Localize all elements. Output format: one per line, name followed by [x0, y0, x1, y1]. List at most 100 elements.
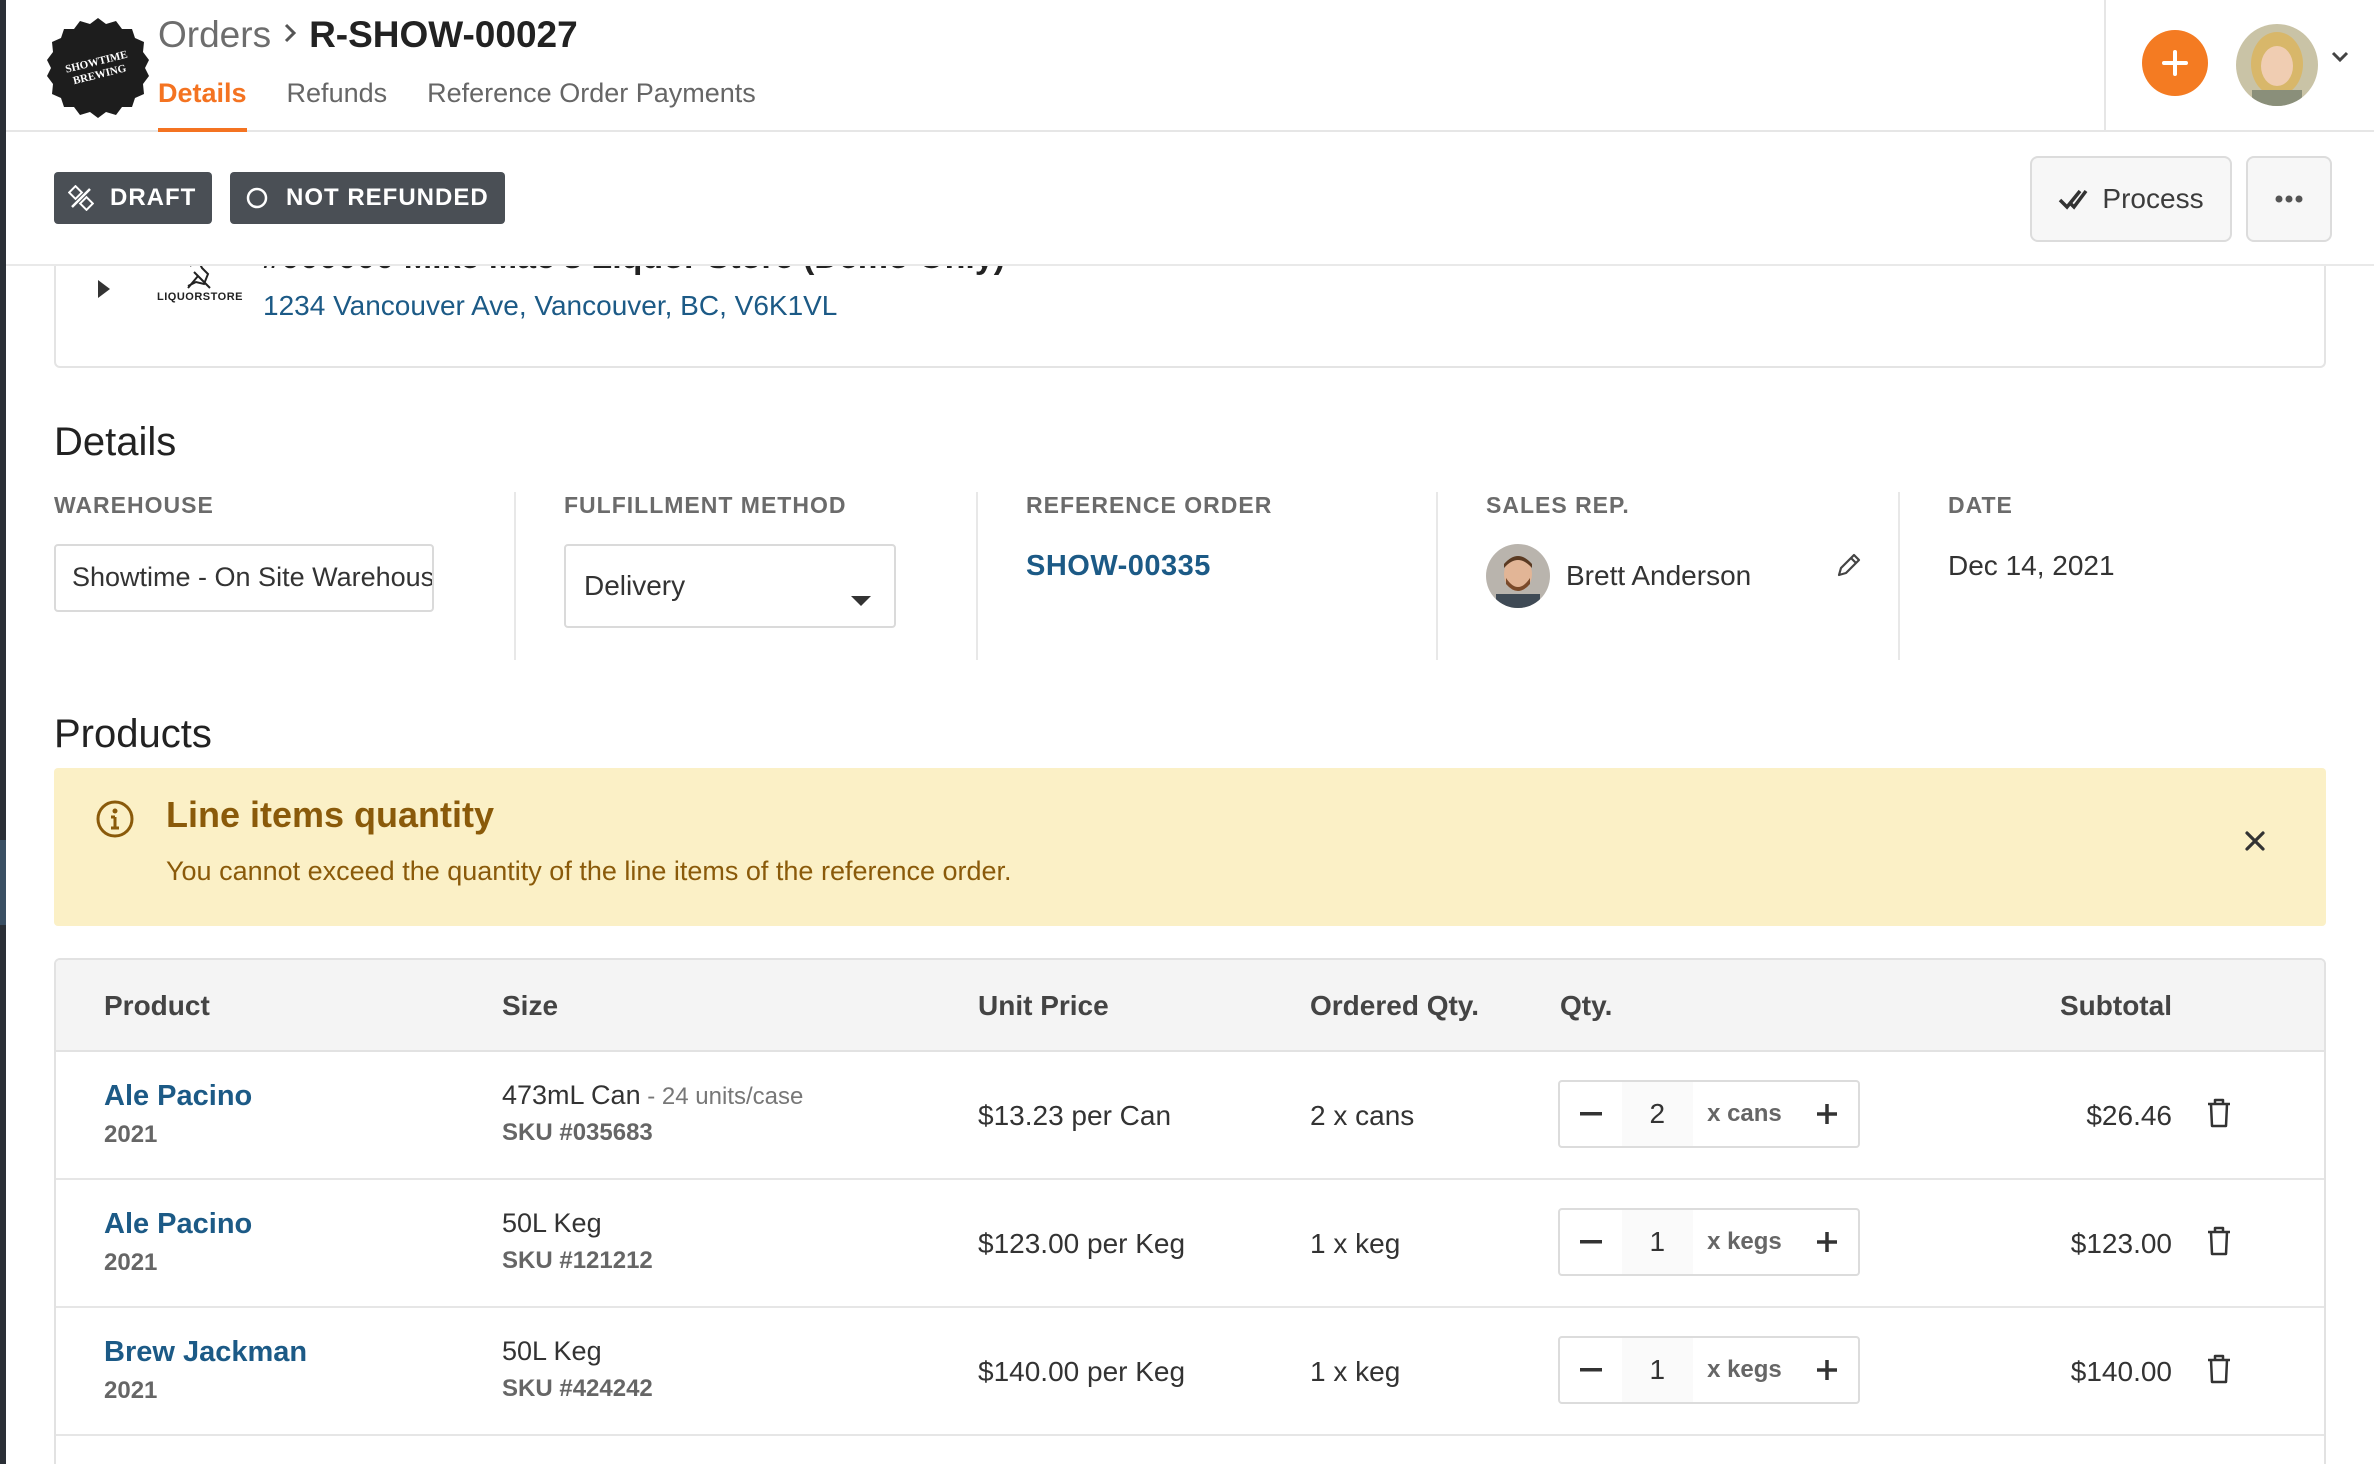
warehouse-field: WAREHOUSE Showtime - On Site Warehouse: [54, 492, 474, 660]
process-button[interactable]: Process: [2030, 156, 2232, 242]
tab-refunds[interactable]: Refunds: [287, 74, 388, 132]
page-title: R-SHOW-00027: [309, 14, 578, 55]
chevron-right-icon: [283, 18, 297, 52]
product-sku: SKU #035683: [502, 1119, 653, 1146]
product-sku: SKU #121212: [502, 1247, 653, 1274]
quantity-input[interactable]: 1: [1621, 1338, 1694, 1402]
product-year: 2021: [104, 1249, 158, 1276]
more-icon: [2275, 195, 2303, 203]
subtotal: $140.00: [2070, 1356, 2172, 1387]
status-toolbar: DRAFT NOT REFUNDED Process: [6, 132, 2374, 266]
table-row: Ale Pacino 2021 473mL Can - 24 units/cas…: [56, 1052, 2324, 1180]
trash-icon[interactable]: [2206, 1354, 2232, 1389]
table-row: Ale Pacino 2021 50L Keg SKU #121212 $123…: [56, 1180, 2324, 1308]
breadcrumb: Orders R-SHOW-00027: [158, 12, 578, 58]
column-header-size: Size: [502, 990, 559, 1021]
plus-icon[interactable]: [1796, 1210, 1858, 1274]
tab-bar: Details Refunds Reference Order Payments: [158, 74, 796, 132]
column-header-unit-price: Unit Price: [978, 990, 1109, 1021]
status-badge-label: DRAFT: [110, 184, 197, 211]
reference-order-label: REFERENCE ORDER: [1026, 492, 1273, 518]
warehouse-input[interactable]: Showtime - On Site Warehouse: [54, 544, 434, 612]
quantity-unit: x kegs: [1707, 1228, 1782, 1255]
draft-icon: [68, 185, 94, 211]
fulfillment-select[interactable]: Delivery: [564, 544, 896, 628]
caret-right-icon[interactable]: [96, 278, 112, 305]
ordered-qty: 1 x keg: [1310, 1228, 1401, 1259]
brand-logo[interactable]: SHOWTIME BREWING: [46, 16, 150, 120]
trash-icon[interactable]: [2206, 1098, 2232, 1133]
minus-icon[interactable]: [1560, 1338, 1622, 1402]
close-icon[interactable]: [2244, 830, 2266, 857]
breadcrumb-orders-link[interactable]: Orders: [158, 14, 271, 56]
ordered-qty: 2 x cans: [1310, 1100, 1415, 1131]
sales-rep-label: SALES REP.: [1486, 492, 1630, 518]
quantity-stepper: 1 x kegs: [1558, 1336, 1860, 1404]
chevron-down-icon[interactable]: [2330, 50, 2350, 69]
fulfillment-value: Delivery: [584, 570, 686, 601]
sales-rep-avatar: [1486, 544, 1550, 608]
caret-down-icon: [850, 582, 872, 614]
column-divider: [514, 492, 516, 660]
plus-icon[interactable]: [1796, 1338, 1858, 1402]
process-button-label: Process: [2102, 183, 2204, 214]
tab-reference-order-payments[interactable]: Reference Order Payments: [427, 74, 756, 132]
plus-icon[interactable]: [1796, 1082, 1858, 1146]
products-table: Product Size Unit Price Ordered Qty. Qty…: [54, 958, 2326, 1464]
minus-icon[interactable]: [1560, 1082, 1622, 1146]
details-heading: Details: [54, 420, 177, 464]
customer-address[interactable]: 1234 Vancouver Ave, Vancouver, BC, V6K1V…: [263, 290, 837, 322]
date-label: DATE: [1948, 492, 2013, 518]
product-year: 2021: [104, 1377, 158, 1404]
circle-icon: [246, 187, 268, 209]
minus-icon[interactable]: [1560, 1210, 1622, 1274]
status-badge-draft: DRAFT: [54, 172, 213, 224]
more-actions-button[interactable]: [2246, 156, 2332, 242]
column-header-subtotal: Subtotal: [2060, 990, 2172, 1021]
reference-order-link[interactable]: SHOW-00335: [1026, 550, 1211, 583]
unit-price: $123.00 per Keg: [978, 1228, 1186, 1259]
info-icon: [94, 798, 136, 845]
ordered-qty: 1 x keg: [1310, 1356, 1401, 1387]
column-divider: [1436, 492, 1438, 660]
table-row: Brew Jackman 2021 50L Keg SKU #424242 $1…: [56, 1308, 2324, 1436]
page-header: SHOWTIME BREWING Orders R-SHOW-00027 Det…: [6, 0, 2374, 132]
column-header-ordered-qty: Ordered Qty.: [1310, 990, 1480, 1021]
reference-order-field: REFERENCE ORDER SHOW-00335: [1026, 492, 1426, 660]
plus-icon: [2162, 50, 2188, 76]
unit-price: $140.00 per Keg: [978, 1356, 1186, 1387]
warehouse-label: WAREHOUSE: [54, 492, 214, 518]
quantity-input[interactable]: 1: [1621, 1210, 1694, 1274]
date-field: DATE Dec 14, 2021: [1948, 492, 2308, 660]
trash-icon[interactable]: [2206, 1226, 2232, 1261]
double-check-icon: [2059, 189, 2088, 210]
sales-rep-name: Brett Anderson: [1566, 560, 1752, 591]
pencil-icon[interactable]: [1834, 550, 1864, 585]
header-divider: [2104, 0, 2106, 130]
subtotal: $26.46: [2086, 1100, 2172, 1131]
fulfillment-label: FULFILLMENT METHOD: [564, 492, 847, 518]
quantity-unit: x kegs: [1707, 1356, 1782, 1383]
add-button[interactable]: [2142, 30, 2208, 96]
product-name-link[interactable]: Ale Pacino: [104, 1080, 252, 1113]
tab-details[interactable]: Details: [158, 74, 247, 132]
product-size: 50L Keg: [502, 1336, 602, 1366]
product-name-link[interactable]: Ale Pacino: [104, 1208, 252, 1241]
sales-rep-field: SALES REP. Brett Anderson: [1486, 492, 1906, 660]
alert-message: You cannot exceed the quantity of the li…: [166, 856, 1012, 886]
quantity-stepper: 1 x kegs: [1558, 1208, 1860, 1276]
quantity-stepper: 2 x cans: [1558, 1080, 1860, 1148]
status-badge-label: NOT REFUNDED: [286, 184, 489, 211]
alert-title: Line items quantity: [166, 794, 495, 835]
user-avatar[interactable]: [2236, 24, 2318, 106]
column-divider: [976, 492, 978, 660]
product-name-link[interactable]: Brew Jackman: [104, 1336, 307, 1369]
quantity-input[interactable]: 2: [1621, 1082, 1694, 1146]
quantity-unit: x cans: [1707, 1100, 1782, 1127]
column-divider: [1898, 492, 1900, 660]
customer-logo-text: LIQUORSTORE: [157, 291, 243, 303]
unit-price: $13.23 per Can: [978, 1100, 1172, 1131]
status-badge-refund: NOT REFUNDED: [230, 172, 505, 224]
quantity-warning-alert: Line items quantity You cannot exceed th…: [54, 768, 2326, 926]
date-value: Dec 14, 2021: [1948, 550, 2115, 581]
